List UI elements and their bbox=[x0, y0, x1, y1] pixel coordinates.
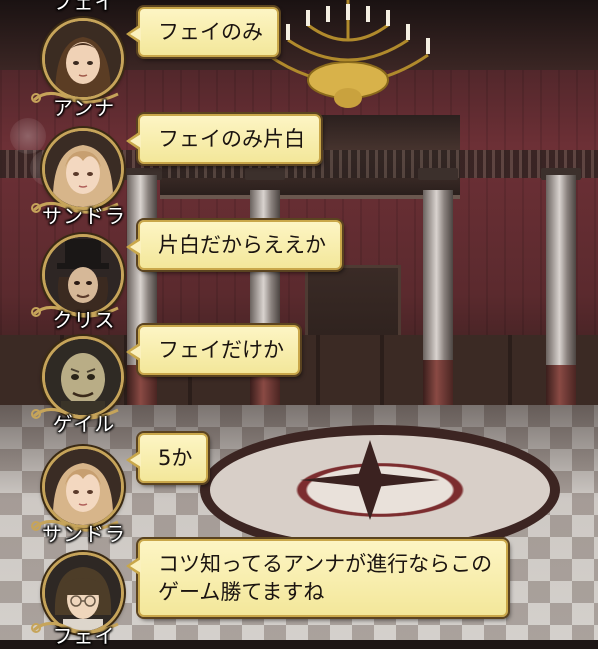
speech-bubble: コツ知ってるアンナが進行ならこの ゲーム勝てますね bbox=[125, 539, 509, 617]
speech-bubble: 5か bbox=[125, 433, 209, 483]
speaker-name: クリス bbox=[52, 308, 116, 332]
speaker-name: アンナ bbox=[52, 96, 116, 120]
speaker-name: サンドラ bbox=[42, 204, 126, 228]
speaker-name: ゲイル bbox=[52, 412, 116, 436]
chat-log: フェイ アンナ フェイのみ サンドラ フェイのみ片白 クリス 片白だからええか … bbox=[0, 0, 598, 648]
speech-bubble: フェイだけか bbox=[126, 325, 300, 375]
speaker-name: サンドラ bbox=[42, 522, 126, 546]
speech-bubble: 片白だからええか bbox=[126, 220, 342, 270]
speaker-name: フェイ bbox=[52, 624, 116, 648]
speaker-name: フェイ bbox=[52, 0, 116, 14]
speech-bubble: フェイのみ bbox=[126, 7, 279, 57]
speech-bubble: フェイのみ片白 bbox=[126, 114, 321, 164]
